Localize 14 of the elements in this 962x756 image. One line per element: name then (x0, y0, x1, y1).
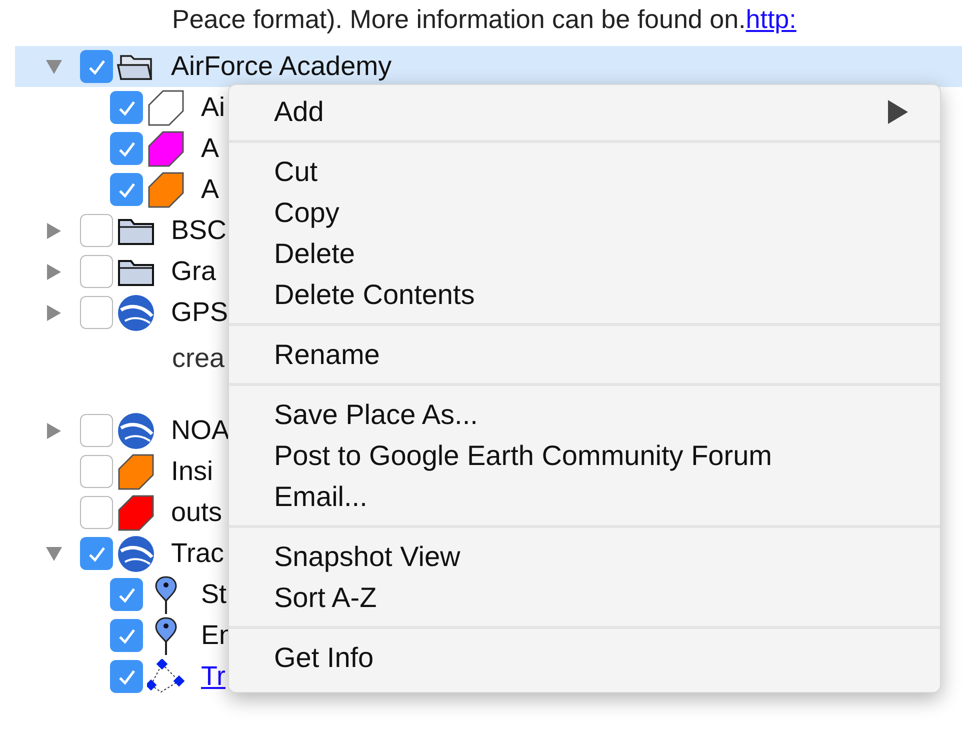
tree-item-label: Ai (201, 94, 226, 121)
tree-item-label: BSC (171, 217, 227, 244)
tree-item-label: Trac (171, 540, 224, 567)
tree-item-label: AirForce Academy (171, 53, 392, 80)
tree-item-label: A (201, 176, 220, 203)
tree-item-label: outs (171, 499, 222, 526)
tree-item-label: NOA (171, 417, 230, 444)
tree-item-label: Gra (171, 258, 216, 285)
tree-item-label: GPS (171, 299, 228, 326)
tree-item-label: St (201, 581, 227, 608)
description-text: Peace format). More information can be found on. (172, 3, 746, 36)
tree-item-label: A (201, 135, 220, 162)
tree-item-description: crea (172, 343, 225, 373)
tree-item-label: Insi (171, 458, 214, 485)
